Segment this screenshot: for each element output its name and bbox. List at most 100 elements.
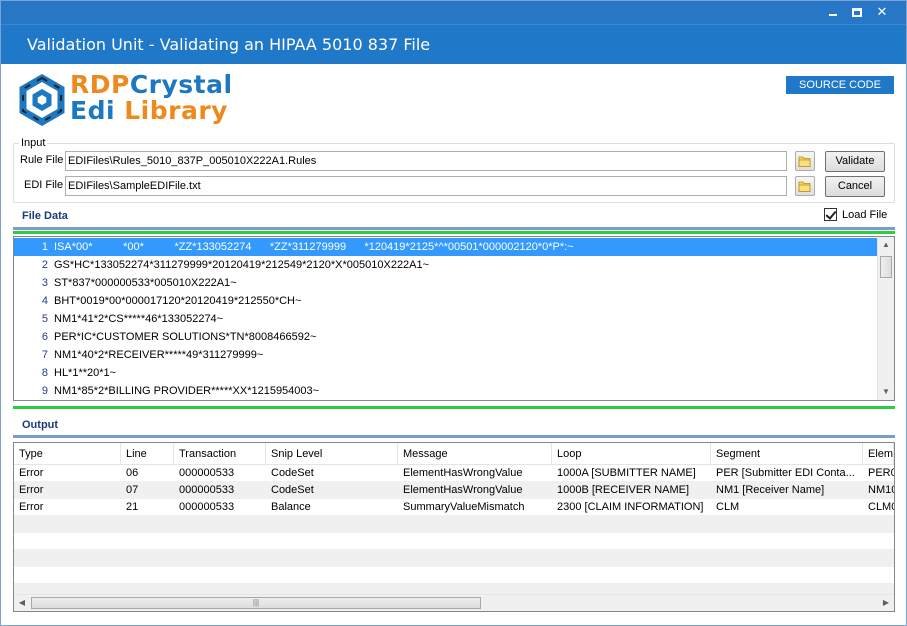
file-line[interactable]: 9 NM1*85*2*BILLING PROVIDER*****XX*121595… (14, 382, 878, 400)
file-data-title: File Data (22, 210, 68, 222)
folder-icon (798, 181, 811, 192)
column-header[interactable]: Message (398, 443, 552, 465)
output-grid[interactable]: Type Line Transaction Snip Level Message Loop… (13, 442, 895, 612)
column-header[interactable]: Eleme (863, 443, 894, 465)
table-cell: Error (19, 484, 44, 496)
table-row[interactable]: Error 07 000000533 CodeSet ElementHasWrongVa… (14, 482, 894, 499)
logo-crystal: Crystal (129, 70, 233, 99)
column-header[interactable]: Type (14, 443, 121, 465)
table-cell: SummaryValueMismatch (403, 501, 525, 513)
line-text: HL*1**20*1~ (54, 367, 117, 379)
file-data-separator (13, 231, 895, 234)
close-icon: ✕ (876, 4, 888, 19)
load-file-checkbox[interactable] (824, 208, 837, 221)
output-separator (13, 406, 895, 409)
app-header: Validation Unit - Validating an HIPAA 50… (0, 24, 907, 64)
file-data-divider (13, 227, 895, 230)
table-cell: Error (19, 467, 44, 479)
edi-file-input[interactable]: EDIFiles\SampleEDIFile.txt (65, 176, 787, 196)
table-cell: CodeSet (271, 467, 314, 479)
minimize-icon (829, 13, 837, 16)
file-data-vertical-scrollbar[interactable]: ▲ ▼ (877, 237, 894, 400)
table-row[interactable] (14, 567, 894, 584)
scroll-left-icon[interactable]: ◀ (14, 595, 30, 611)
column-header[interactable]: Segment (711, 443, 863, 465)
table-cell: ElementHasWrongValue (403, 484, 523, 496)
table-row[interactable] (14, 516, 894, 533)
column-header[interactable]: Line (121, 443, 174, 465)
line-number: 5 (41, 313, 48, 325)
line-number: 8 (41, 367, 48, 379)
scroll-up-icon[interactable]: ▲ (878, 237, 894, 253)
table-cell: 1000B [RECEIVER NAME] (557, 484, 690, 496)
output-title: Output (22, 419, 59, 431)
column-header[interactable]: Loop (552, 443, 711, 465)
line-number: 9 (41, 385, 48, 397)
table-row[interactable]: Error 06 000000533 CodeSet ElementHasWrongVa… (14, 465, 894, 482)
minimize-button[interactable] (824, 3, 842, 21)
table-cell: CodeSet (271, 484, 314, 496)
page-title: Validation Unit - Validating an HIPAA 50… (27, 35, 431, 54)
logo-edi: Edi (70, 96, 125, 125)
file-line[interactable]: 2 GS*HC*133052274*311279999*20120419*2125… (14, 256, 878, 274)
line-text: NM1*40*2*RECEIVER*****49*311279999~ (54, 349, 264, 361)
validate-button[interactable]: Validate (825, 151, 885, 172)
source-code-button[interactable]: SOURCE CODE (786, 76, 894, 94)
table-cell: 21 (126, 501, 139, 513)
output-horizontal-scrollbar[interactable]: ◀ ||| ▶ (14, 594, 894, 611)
edi-file-label: EDI File (24, 179, 64, 191)
rule-file-browse-button[interactable] (795, 151, 815, 171)
table-cell: 06 (126, 467, 139, 479)
close-button[interactable]: ✕ (873, 3, 891, 21)
file-line[interactable]: 8 HL*1**20*1~ (14, 364, 878, 382)
file-line[interactable]: 6 PER*IC*CUSTOMER SOLUTIONS*TN*8008466592… (14, 328, 878, 346)
line-text: ISA*00* *00* *ZZ*133052274 *ZZ*311279999… (54, 241, 574, 253)
table-cell: CLM (716, 501, 740, 513)
folder-icon (798, 156, 811, 167)
line-number: 6 (41, 331, 48, 343)
logo-library: Library (124, 96, 228, 125)
line-number: 7 (41, 349, 48, 361)
table-row[interactable] (14, 550, 894, 567)
file-line[interactable]: 5 NM1*41*2*CS*****46*133052274~ (14, 310, 878, 328)
scroll-down-icon[interactable]: ▼ (878, 384, 894, 400)
table-cell: 000000533 (179, 501, 235, 513)
line-text: BHT*0019*00*000017120*20120419*212550*CH… (54, 295, 302, 307)
file-line[interactable]: 1 ISA*00* *00* *ZZ*133052274 *ZZ*31127999… (14, 238, 878, 256)
file-data-view[interactable]: 1 ISA*00* *00* *ZZ*133052274 *ZZ*31127999… (13, 236, 895, 401)
table-cell: ElementHasWrongValue (403, 467, 523, 479)
edi-file-browse-button[interactable] (795, 176, 815, 196)
table-cell: 000000533 (179, 484, 235, 496)
line-text: PER*IC*CUSTOMER SOLUTIONS*TN*8008466592~ (54, 331, 317, 343)
table-row[interactable] (14, 533, 894, 550)
table-cell: CLM0 (868, 501, 894, 513)
cancel-button[interactable]: Cancel (825, 176, 885, 197)
hexagon-logo-icon (19, 73, 65, 127)
table-cell: NM1 [Receiver Name] (716, 484, 825, 496)
table-cell: Balance (271, 501, 311, 513)
column-header[interactable]: Snip Level (266, 443, 398, 465)
line-number: 4 (41, 295, 48, 307)
logo-wordmark: RDPCrystal Edi Library (70, 72, 233, 124)
maximize-icon (852, 8, 862, 18)
line-number: 2 (41, 259, 48, 271)
file-line[interactable]: 4 BHT*0019*00*000017120*20120419*212550*C… (14, 292, 878, 310)
scroll-right-icon[interactable]: ▶ (878, 595, 894, 611)
line-text: NM1*41*2*CS*****46*133052274~ (54, 313, 224, 325)
file-line[interactable]: 3 ST*837*000000533*005010X222A1~ (14, 274, 878, 292)
rule-file-input[interactable]: EDIFiles\Rules_5010_837P_005010X222A1.Ru… (65, 151, 787, 171)
table-cell: 1000A [SUBMITTER NAME] (557, 467, 696, 479)
output-divider (13, 435, 895, 438)
table-cell: 000000533 (179, 467, 235, 479)
column-header[interactable]: Transaction (174, 443, 266, 465)
scroll-thumb[interactable] (880, 256, 892, 278)
scroll-thumb[interactable]: ||| (31, 597, 481, 609)
line-number: 3 (41, 277, 48, 289)
table-row[interactable]: Error 21 000000533 Balance SummaryValueMisma… (14, 499, 894, 516)
line-text: GS*HC*133052274*311279999*20120419*21254… (54, 259, 430, 271)
input-group-label: Input (19, 137, 48, 149)
file-line[interactable]: 7 NM1*40*2*RECEIVER*****49*311279999~ (14, 346, 878, 364)
window-title-bar: ✕ (0, 0, 907, 24)
maximize-button[interactable] (848, 3, 866, 21)
rule-file-label: Rule File (20, 154, 64, 166)
